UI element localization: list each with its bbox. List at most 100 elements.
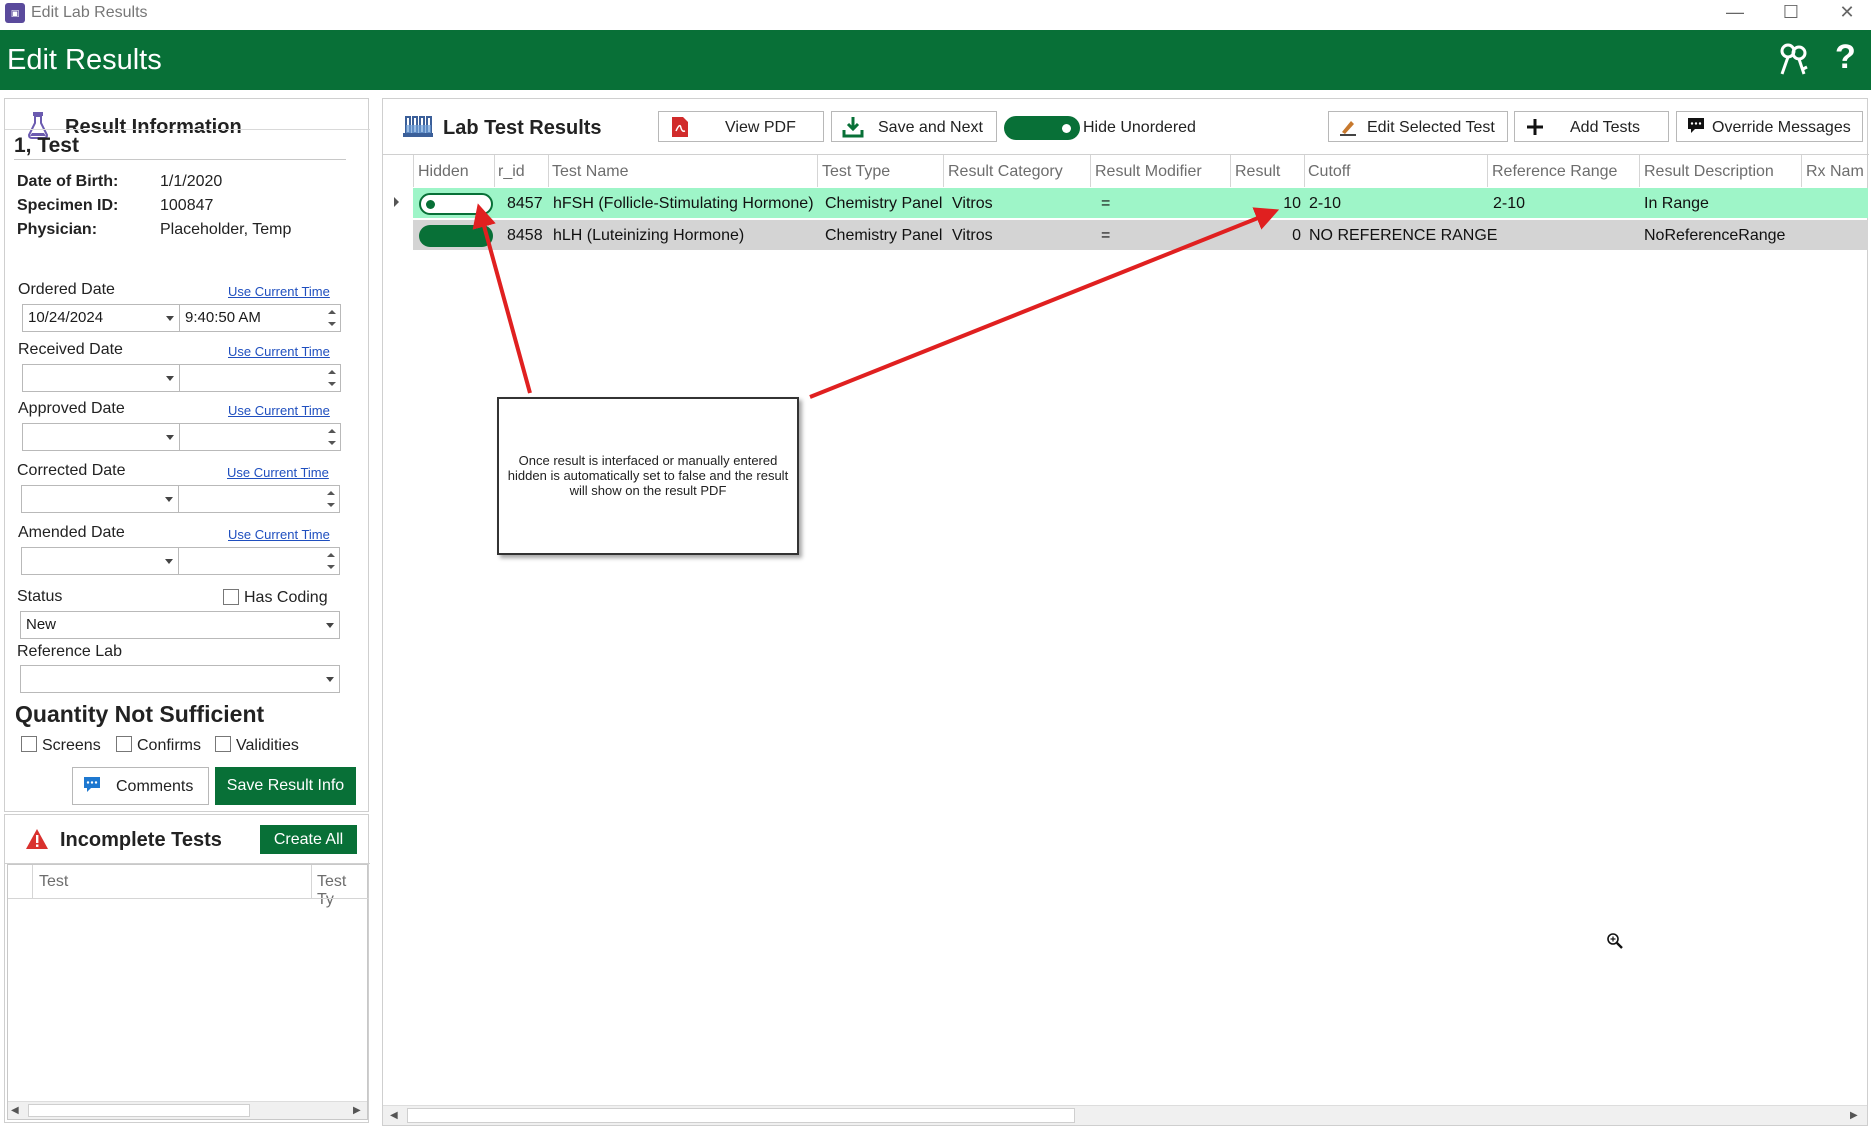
screens-checkbox[interactable] xyxy=(21,736,37,752)
confirms-checkbox[interactable] xyxy=(116,736,132,752)
approved-use-current-time-link[interactable]: Use Current Time xyxy=(228,403,330,418)
results-grid-header: Hidden r_id Test Name Test Type Result C… xyxy=(383,155,1869,187)
edit-selected-test-button[interactable]: Edit Selected Test xyxy=(1328,111,1508,142)
row-result: 0 xyxy=(1292,227,1301,244)
minimize-icon[interactable]: — xyxy=(1707,0,1763,28)
warning-icon xyxy=(26,829,48,849)
row-test-name: hLH (Luteinizing Hormone) xyxy=(553,227,745,244)
incomplete-tests-title: Incomplete Tests xyxy=(60,829,222,851)
reference-lab-label: Reference Lab xyxy=(17,643,122,660)
scroll-left-icon[interactable]: ◀ xyxy=(390,1110,398,1121)
add-tests-button[interactable]: Add Tests xyxy=(1514,111,1669,142)
col-test-type[interactable]: Test Type xyxy=(822,163,890,181)
approved-date-label: Approved Date xyxy=(18,400,125,417)
amended-date-input[interactable] xyxy=(21,547,179,575)
incomplete-col-test[interactable]: Test xyxy=(39,873,68,891)
table-row[interactable]: 8457 hFSH (Follicle-Stimulating Hormone)… xyxy=(413,188,1868,218)
col-result-modifier[interactable]: Result Modifier xyxy=(1095,163,1202,181)
result-information-panel: Result Information 1, Test Date of Birth… xyxy=(4,98,370,812)
physician-value: Placeholder, Temp xyxy=(160,221,292,238)
close-icon[interactable]: ✕ xyxy=(1819,0,1871,28)
download-icon xyxy=(842,117,864,138)
lab-test-results-panel: Lab Test Results View PDF Save and Next … xyxy=(382,98,1869,1126)
row-test-name: hFSH (Follicle-Stimulating Hormone) xyxy=(553,195,814,212)
incomplete-tests-grid: Test Test Ty ◀ ▶ xyxy=(7,864,369,1120)
hidden-toggle-on[interactable] xyxy=(419,225,493,247)
create-all-button[interactable]: Create All xyxy=(260,825,357,854)
row-category: Vitros xyxy=(952,227,993,244)
approved-time-input[interactable] xyxy=(179,423,341,451)
table-row[interactable]: 8458 hLH (Luteinizing Hormone) Chemistry… xyxy=(413,220,1868,250)
incomplete-horizontal-scrollbar[interactable]: ◀ ▶ xyxy=(8,1101,367,1119)
status-select[interactable]: New xyxy=(20,611,340,639)
ordered-date-input[interactable]: 10/24/2024 xyxy=(22,304,180,332)
col-test-name[interactable]: Test Name xyxy=(552,163,628,181)
patient-name: 1, Test xyxy=(14,134,79,157)
row-test-type: Chemistry Panel xyxy=(825,227,943,244)
incomplete-tests-panel: Incomplete Tests Create All Test Test Ty… xyxy=(4,814,370,1123)
dob-value: 1/1/2020 xyxy=(160,173,223,190)
comments-button[interactable]: Comments xyxy=(72,767,209,805)
row-r-id: 8457 xyxy=(507,195,543,212)
has-coding-label: Has Coding xyxy=(244,589,328,606)
save-and-next-button[interactable]: Save and Next xyxy=(831,111,997,142)
plus-icon xyxy=(1527,119,1543,135)
override-messages-button[interactable]: Override Messages xyxy=(1676,111,1863,142)
corrected-use-current-time-link[interactable]: Use Current Time xyxy=(227,465,329,480)
col-hidden[interactable]: Hidden xyxy=(418,163,469,181)
approved-date-input[interactable] xyxy=(22,423,180,451)
corrected-time-input[interactable] xyxy=(178,485,340,513)
row-r-id: 8458 xyxy=(507,227,543,244)
reference-lab-select[interactable] xyxy=(20,665,340,693)
ordered-time-input[interactable]: 9:40:50 AM xyxy=(179,304,341,332)
app-header: Edit Results ? xyxy=(0,30,1871,90)
has-coding-checkbox[interactable] xyxy=(223,589,239,605)
hide-unordered-toggle[interactable] xyxy=(1004,116,1080,140)
received-use-current-time-link[interactable]: Use Current Time xyxy=(228,344,330,359)
col-r-id[interactable]: r_id xyxy=(498,163,525,181)
amended-use-current-time-link[interactable]: Use Current Time xyxy=(228,527,330,542)
corrected-date-input[interactable] xyxy=(21,485,179,513)
scroll-thumb[interactable] xyxy=(407,1108,1075,1123)
col-reference-range[interactable]: Reference Range xyxy=(1492,163,1617,181)
keys-icon[interactable] xyxy=(1776,42,1812,78)
validities-checkbox[interactable] xyxy=(215,736,231,752)
scroll-thumb[interactable] xyxy=(28,1104,250,1117)
result-information-title: Result Information xyxy=(65,116,242,138)
scroll-right-icon[interactable]: ▶ xyxy=(1850,1110,1858,1121)
results-horizontal-scrollbar[interactable]: ◀ ▶ xyxy=(383,1105,1867,1125)
view-pdf-button[interactable]: View PDF xyxy=(658,111,824,142)
comment-icon xyxy=(84,777,100,792)
received-time-input[interactable] xyxy=(179,364,341,392)
amended-date-label: Amended Date xyxy=(18,524,125,541)
incomplete-col-test-type[interactable]: Test Ty xyxy=(317,873,367,909)
maximize-icon[interactable]: ☐ xyxy=(1763,0,1819,28)
validities-label: Validities xyxy=(236,737,299,754)
col-result[interactable]: Result xyxy=(1235,163,1280,181)
specimen-value: 100847 xyxy=(160,197,214,214)
col-rx-name[interactable]: Rx Nam xyxy=(1806,163,1864,181)
status-label: Status xyxy=(17,588,63,605)
amended-time-input[interactable] xyxy=(178,547,340,575)
row-cutoff: NO REFERENCE RANGE xyxy=(1309,227,1498,244)
col-result-description[interactable]: Result Description xyxy=(1644,163,1774,181)
row-description: NoReferenceRange xyxy=(1644,227,1786,244)
save-result-info-button[interactable]: Save Result Info xyxy=(215,767,356,805)
row-modifier: = xyxy=(1101,195,1111,212)
row-reference-range: 2-10 xyxy=(1493,195,1526,212)
ordered-use-current-time-link[interactable]: Use Current Time xyxy=(228,284,330,299)
screens-label: Screens xyxy=(42,737,101,754)
scroll-left-icon[interactable]: ◀ xyxy=(11,1105,19,1116)
lab-test-results-title: Lab Test Results xyxy=(443,117,602,139)
message-icon xyxy=(1688,118,1704,133)
zoom-cursor-icon xyxy=(1607,933,1623,949)
hidden-toggle-off[interactable] xyxy=(419,193,493,215)
row-category: Vitros xyxy=(952,195,993,212)
col-result-category[interactable]: Result Category xyxy=(948,163,1063,181)
help-icon[interactable]: ? xyxy=(1835,38,1856,77)
scroll-right-icon[interactable]: ▶ xyxy=(353,1105,361,1116)
col-cutoff[interactable]: Cutoff xyxy=(1308,163,1350,181)
row-cutoff: 2-10 xyxy=(1309,195,1342,212)
received-date-input[interactable] xyxy=(22,364,180,392)
hide-unordered-label: Hide Unordered xyxy=(1083,119,1196,136)
